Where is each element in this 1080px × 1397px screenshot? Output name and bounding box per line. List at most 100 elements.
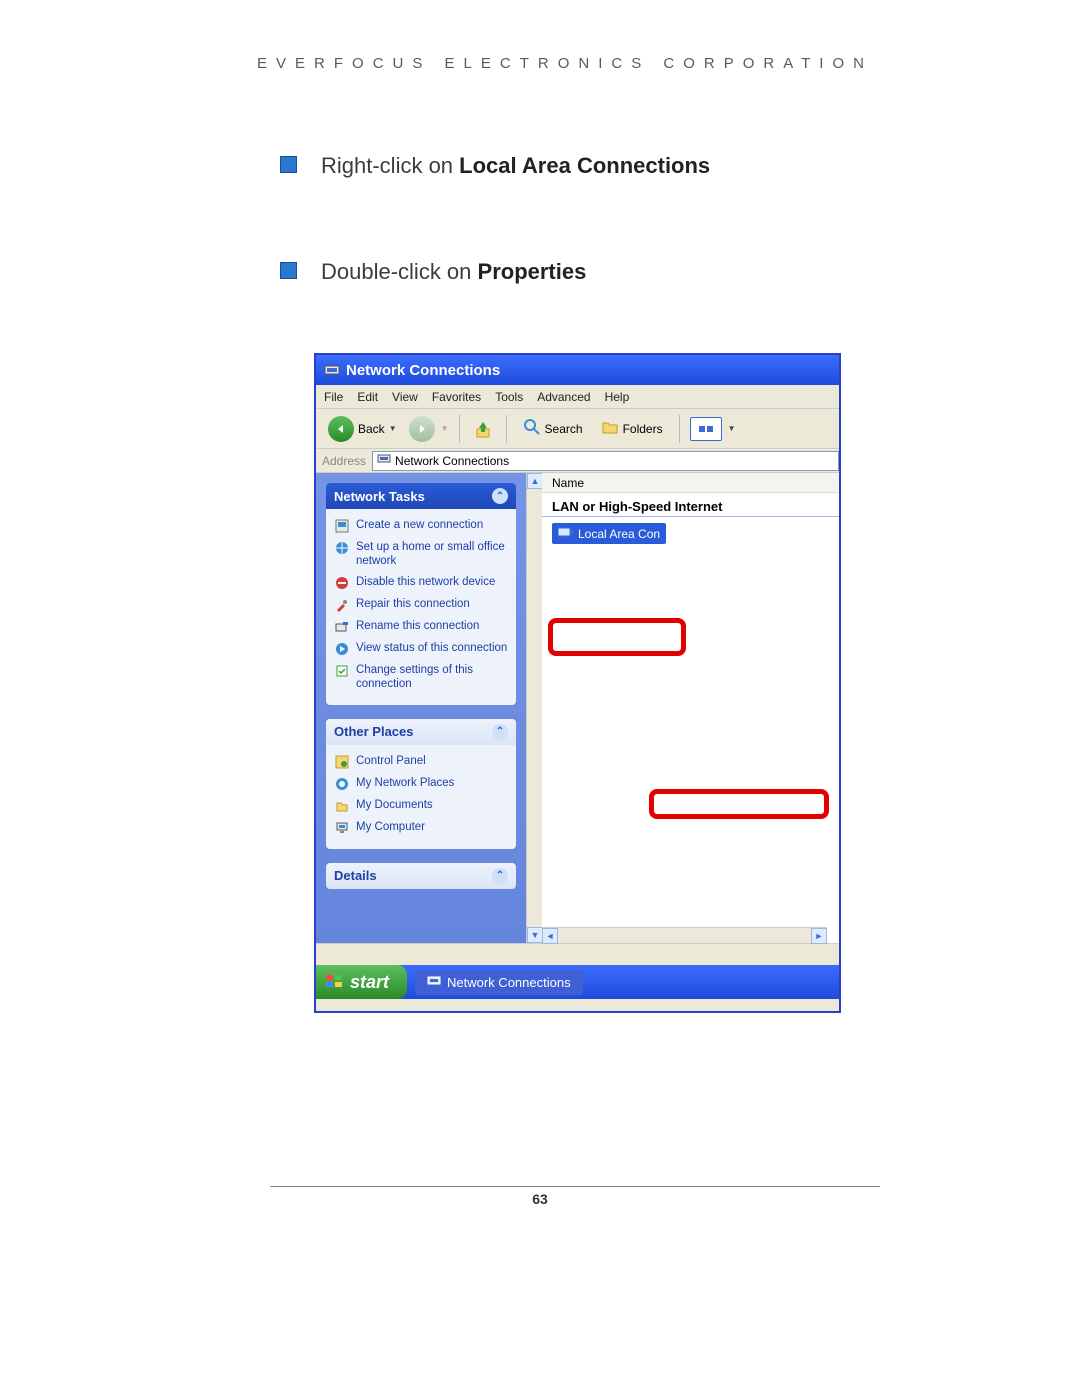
window-title: Network Connections — [346, 362, 500, 379]
rename-icon — [334, 619, 350, 635]
globe-icon — [334, 540, 350, 556]
folders-label: Folders — [623, 422, 663, 436]
dropdown-icon: ▼ — [728, 424, 736, 433]
scroll-left-icon[interactable]: ◄ — [542, 928, 558, 944]
details-header[interactable]: Details ⌃ — [326, 863, 516, 889]
vertical-scrollbar[interactable]: ▲ ▼ — [526, 473, 542, 943]
folders-icon — [601, 418, 619, 439]
group-lan: LAN or High-Speed Internet — [542, 493, 839, 517]
back-label: Back — [358, 422, 385, 436]
network-tasks-header[interactable]: Network Tasks ⌃ — [326, 483, 516, 509]
task-create-connection[interactable]: Create a new connection — [332, 515, 510, 537]
task-repair-connection[interactable]: Repair this connection — [332, 594, 510, 616]
back-icon — [328, 416, 354, 442]
back-button[interactable]: Back ▼ — [322, 414, 403, 444]
menu-tools[interactable]: Tools — [495, 390, 523, 404]
address-label: Address — [316, 454, 372, 468]
menu-bar: File Edit View Favorites Tools Advanced … — [316, 385, 839, 409]
search-icon — [523, 418, 541, 439]
local-area-connection-item[interactable]: Local Area Con — [552, 523, 666, 544]
menu-view[interactable]: View — [392, 390, 418, 404]
network-connections-window: Network Connections File Edit View Favor… — [314, 353, 841, 1013]
menu-advanced[interactable]: Advanced — [537, 390, 590, 404]
place-my-documents[interactable]: My Documents — [332, 795, 510, 817]
settings-icon — [334, 663, 350, 679]
instr2-prefix: Double-click on — [321, 259, 478, 284]
collapse-icon: ⌃ — [492, 868, 508, 884]
search-label: Search — [545, 422, 583, 436]
bullet-icon — [280, 156, 297, 173]
bullet-icon — [280, 262, 297, 279]
details-label: Details — [334, 868, 377, 883]
task-list: Create a new connection Set up a home or… — [326, 509, 516, 705]
connections-list-pane: Name LAN or High-Speed Internet Local Ar… — [542, 473, 839, 943]
instr1-bold: Local Area Connections — [459, 153, 710, 178]
documents-icon — [334, 798, 350, 814]
taskbar-item-label: Network Connections — [447, 975, 571, 990]
instruction-1-text: Right-click on Local Area Connections — [321, 152, 710, 180]
horizontal-scrollbar[interactable]: ◄ ► — [542, 927, 827, 943]
up-folder-button[interactable] — [470, 416, 496, 442]
instruction-2: Double-click on Properties — [280, 258, 880, 286]
dropdown-icon: ▼ — [389, 424, 397, 433]
details-panel: Details ⌃ — [326, 863, 516, 889]
column-header-name[interactable]: Name — [542, 473, 839, 493]
place-my-network[interactable]: My Network Places — [332, 773, 510, 795]
search-button[interactable]: Search — [517, 416, 589, 441]
collapse-icon: ⌃ — [492, 724, 508, 740]
places-list: Control Panel My Network Places My Docum… — [326, 745, 516, 849]
toolbar: Back ▼ ▼ Search Folders — [316, 409, 839, 449]
other-places-header[interactable]: Other Places ⌃ — [326, 719, 516, 745]
scroll-up-icon[interactable]: ▲ — [527, 473, 543, 489]
footer-separator — [270, 1186, 880, 1187]
place-my-computer[interactable]: My Computer — [332, 817, 510, 839]
address-input[interactable]: Network Connections — [372, 451, 839, 471]
menu-favorites[interactable]: Favorites — [432, 390, 481, 404]
company-header: EVERFOCUS ELECTRONICS CORPORATION — [250, 55, 880, 72]
toolbar-separator — [506, 415, 507, 443]
task-change-settings[interactable]: Change settings of this connection — [332, 660, 510, 695]
folders-button[interactable]: Folders — [595, 416, 669, 441]
control-panel-icon — [334, 754, 350, 770]
wizard-icon — [334, 518, 350, 534]
nic-icon — [558, 525, 574, 542]
network-places-icon — [334, 776, 350, 792]
repair-icon — [334, 597, 350, 613]
scroll-right-icon[interactable]: ► — [811, 928, 827, 944]
taskbar: start Network Connections — [316, 965, 839, 999]
network-tasks-label: Network Tasks — [334, 489, 425, 504]
views-button[interactable] — [690, 417, 722, 441]
dropdown-icon: ▼ — [441, 424, 449, 433]
taskbar-item-network[interactable]: Network Connections — [415, 970, 583, 995]
forward-button[interactable] — [409, 416, 435, 442]
computer-icon — [334, 820, 350, 836]
task-setup-home-network[interactable]: Set up a home or small office network — [332, 537, 510, 572]
instruction-2-text: Double-click on Properties — [321, 258, 586, 286]
left-task-pane: Network Tasks ⌃ Create a new connection … — [316, 473, 526, 943]
toolbar-separator — [679, 415, 680, 443]
other-places-label: Other Places — [334, 724, 414, 739]
disable-icon — [334, 575, 350, 591]
network-tasks-panel: Network Tasks ⌃ Create a new connection … — [326, 483, 516, 705]
instr1-prefix: Right-click on — [321, 153, 459, 178]
scroll-down-icon[interactable]: ▼ — [527, 927, 543, 943]
task-rename-connection[interactable]: Rename this connection — [332, 616, 510, 638]
status-bar — [316, 943, 839, 965]
instruction-1: Right-click on Local Area Connections — [280, 152, 880, 180]
task-disable-device[interactable]: Disable this network device — [332, 572, 510, 594]
network-icon — [324, 362, 340, 378]
start-label: start — [350, 972, 389, 993]
address-bar: Address Network Connections — [316, 449, 839, 473]
menu-edit[interactable]: Edit — [357, 390, 378, 404]
page-number: 63 — [0, 1191, 1080, 1207]
start-button[interactable]: start — [316, 965, 407, 999]
menu-file[interactable]: File — [324, 390, 343, 404]
window-titlebar[interactable]: Network Connections — [316, 355, 839, 385]
place-control-panel[interactable]: Control Panel — [332, 751, 510, 773]
toolbar-separator — [459, 415, 460, 443]
address-value: Network Connections — [395, 454, 509, 468]
menu-help[interactable]: Help — [605, 390, 630, 404]
network-icon — [377, 452, 391, 469]
task-view-status[interactable]: View status of this connection — [332, 638, 510, 660]
collapse-icon: ⌃ — [492, 488, 508, 504]
